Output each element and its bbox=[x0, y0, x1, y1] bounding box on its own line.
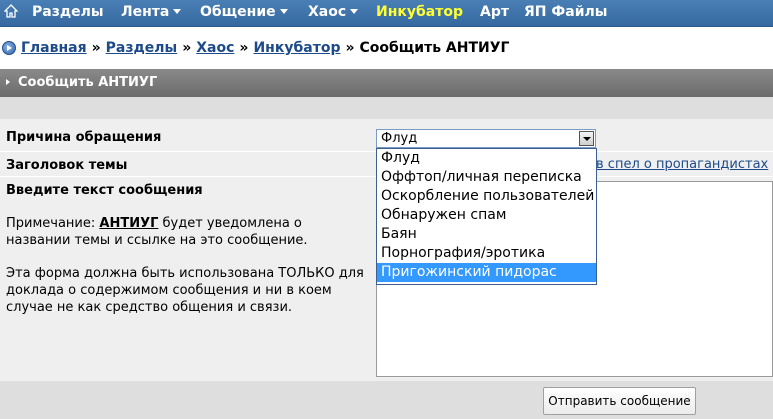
breadcrumb-separator: » bbox=[239, 40, 249, 56]
reason-option[interactable]: Обнаружен спам bbox=[377, 206, 596, 225]
section-strip bbox=[0, 97, 773, 119]
breadcrumb-link-home[interactable]: Главная bbox=[21, 40, 87, 56]
nav-item-feed[interactable]: Лента bbox=[121, 4, 182, 20]
breadcrumb-current: Сообщить АНТИУГ bbox=[359, 40, 510, 56]
notification-note: Примечание: АНТИУГ будет уведомлена о на… bbox=[6, 216, 308, 248]
message-label: Введите текст сообщения bbox=[6, 183, 203, 198]
chevron-down-icon bbox=[173, 9, 182, 14]
breadcrumb-separator: » bbox=[91, 40, 101, 56]
breadcrumb-link-incubator[interactable]: Инкубатор bbox=[253, 40, 340, 56]
reason-select[interactable]: Флуд bbox=[376, 129, 596, 148]
note-user-link[interactable]: АНТИУГ bbox=[99, 216, 158, 231]
nav-item-incubator[interactable]: Инкубатор bbox=[376, 4, 463, 20]
nav-item-sections[interactable]: Разделы bbox=[32, 4, 104, 20]
breadcrumb: Главная» Разделы» Хаос» Инкубатор» Сообщить … bbox=[0, 34, 773, 60]
usage-warning: Эта форма должна быть использована ТОЛЬК… bbox=[6, 266, 364, 315]
reason-option[interactable]: Оффтоп/личная переписка bbox=[377, 168, 596, 187]
breadcrumb-separator: » bbox=[182, 40, 192, 56]
reason-label: Причина обращения bbox=[6, 130, 162, 145]
chevron-down-icon bbox=[350, 9, 359, 14]
breadcrumb-link-sections[interactable]: Разделы bbox=[106, 40, 178, 56]
breadcrumb-link-chaos[interactable]: Хаос bbox=[196, 40, 234, 56]
nav-item-files[interactable]: ЯП Файлы bbox=[524, 4, 607, 20]
reason-option[interactable]: Оскорбление пользователей bbox=[377, 187, 596, 206]
chevron-down-icon[interactable] bbox=[579, 131, 594, 146]
arrow-circle-icon bbox=[2, 41, 16, 55]
reason-option[interactable]: Баян bbox=[377, 225, 596, 244]
breadcrumb-separator: » bbox=[345, 40, 355, 56]
submit-button[interactable]: Отправить сообщение bbox=[543, 387, 696, 415]
reason-option[interactable]: Флуд bbox=[377, 149, 596, 168]
reason-dropdown-list: Флуд Оффтоп/личная переписка Оскорбление… bbox=[376, 148, 597, 285]
triangle-right-icon bbox=[6, 79, 10, 85]
nav-item-chat[interactable]: Общение bbox=[200, 4, 288, 20]
reason-option[interactable]: Порнография/эротика bbox=[377, 244, 596, 263]
reason-option-highlighted[interactable]: Пригожинский пидорас bbox=[377, 263, 596, 282]
form-footer: Отправить сообщение bbox=[0, 381, 773, 419]
chevron-down-icon bbox=[279, 9, 288, 14]
reason-select-value: Флуд bbox=[381, 131, 418, 146]
nav-item-art[interactable]: Арт bbox=[480, 4, 509, 20]
top-navbar: Разделы Лента Общение Хаос Инкубатор Арт… bbox=[0, 0, 773, 27]
topic-label: Заголовок темы bbox=[6, 158, 128, 173]
section-header: Сообщить АНТИУГ bbox=[0, 69, 773, 97]
section-title: Сообщить АНТИУГ bbox=[18, 75, 158, 90]
nav-item-chaos[interactable]: Хаос bbox=[308, 4, 359, 20]
topic-title-link[interactable]: в спел о пропагандистах bbox=[596, 157, 768, 172]
home-icon[interactable] bbox=[4, 4, 18, 18]
